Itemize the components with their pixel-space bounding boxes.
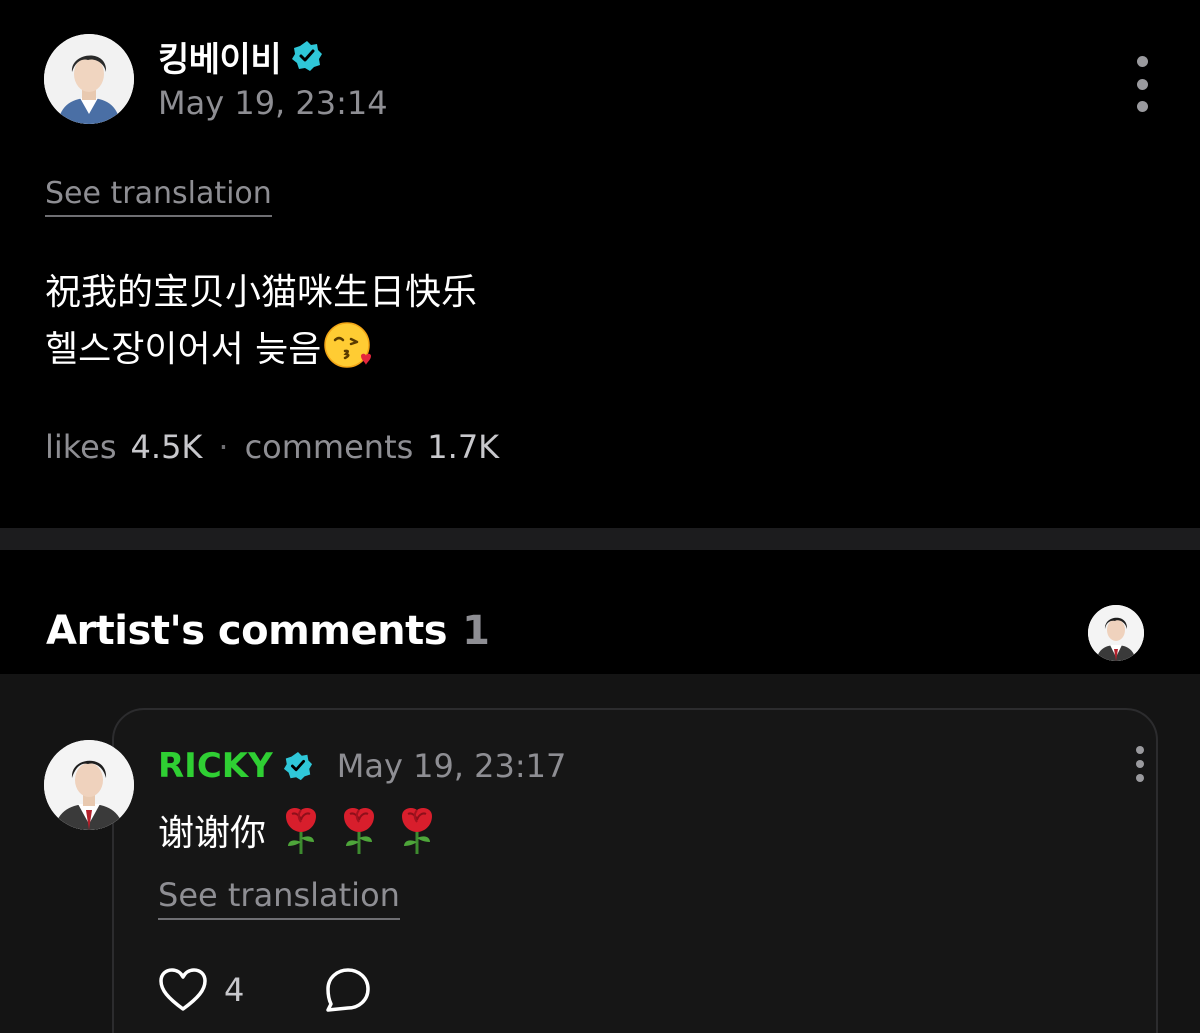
commenter-avatar[interactable] <box>44 740 134 830</box>
comment-text: 谢谢你 <box>158 813 267 854</box>
post-see-translation-link[interactable]: See translation <box>45 176 272 217</box>
artist-comments-title: Artist's comments <box>46 608 448 654</box>
artist-comments-header: Artist's comments 1 <box>46 605 1146 664</box>
rose-emoji <box>344 808 375 854</box>
avatar-image <box>44 34 134 124</box>
comment-see-translation-link[interactable]: See translation <box>158 876 400 920</box>
comment-more-options-icon[interactable] <box>1132 746 1148 782</box>
more-options-icon[interactable] <box>1128 56 1156 112</box>
verified-badge-icon <box>283 751 312 781</box>
dot <box>1136 101 1148 112</box>
dot <box>1136 56 1148 67</box>
dot <box>1136 774 1144 782</box>
author-avatar[interactable] <box>44 34 134 124</box>
avatar-image <box>1088 605 1144 661</box>
likes-label: likes <box>45 428 117 466</box>
section-divider <box>0 528 1200 550</box>
comments-count[interactable]: 1.7K <box>427 428 499 466</box>
post-header: 킹베이비 May 19, 23:14 <box>44 34 1156 126</box>
comment-like-count: 4 <box>224 971 245 1009</box>
comment-author-row: RICKY May 19, 23:17 <box>158 744 566 788</box>
dot <box>1136 760 1144 768</box>
stats-separator: · <box>218 428 229 466</box>
author-name[interactable]: 킹베이비 <box>158 32 282 81</box>
post-stats: likes 4.5K · comments 1.7K <box>45 428 499 466</box>
dot <box>1136 746 1144 754</box>
post-body: 祝我的宝贝小猫咪生日快乐 헬스장이어서 늦음 <box>45 266 477 377</box>
kissing-face-with-heart-emoji <box>324 322 372 368</box>
comment-actions: 4 <box>158 966 372 1014</box>
reply-bubble-icon[interactable] <box>324 966 372 1014</box>
comment-body: 谢谢你 <box>158 804 440 856</box>
comments-label: comments <box>244 428 414 466</box>
comment-author-name[interactable]: RICKY <box>158 746 273 786</box>
post-timestamp: May 19, 23:14 <box>158 84 388 122</box>
artist-avatar-small[interactable] <box>1088 605 1144 661</box>
heart-icon[interactable] <box>158 967 208 1013</box>
dot <box>1136 78 1148 90</box>
author-row: 킹베이비 <box>158 32 323 81</box>
rose-emoji <box>286 808 317 854</box>
comment-timestamp: May 19, 23:17 <box>336 747 567 785</box>
rose-emoji <box>402 808 433 854</box>
post-detail-screen: 킹베이비 May 19, 23:14 See translation 祝我的宝贝… <box>0 0 1200 1033</box>
artist-comments-count: 1 <box>462 608 490 654</box>
post-text-line-2: 헬스장이어서 늦음 <box>45 329 322 370</box>
likes-count[interactable]: 4.5K <box>131 428 203 466</box>
post-text-line-2-wrap: 헬스장이어서 늦음 <box>45 320 477 377</box>
post-text-line-1: 祝我的宝贝小猫咪生日快乐 <box>45 272 478 313</box>
verified-badge-icon <box>292 41 323 71</box>
avatar-image <box>44 740 134 830</box>
